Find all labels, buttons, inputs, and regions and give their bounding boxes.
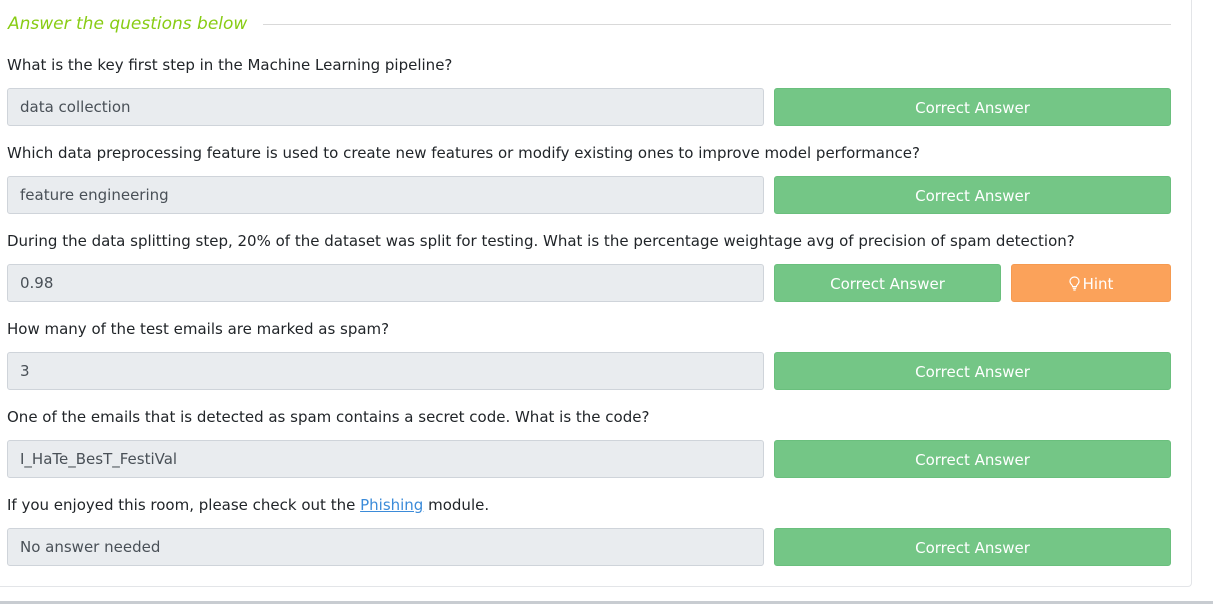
question-6-label-after: module.	[428, 496, 490, 514]
question-3-hint-button[interactable]: Hint	[1011, 264, 1171, 302]
question-3-answer-field[interactable]: 0.98	[7, 264, 764, 302]
section-header: Answer the questions below	[8, 12, 1171, 36]
question-6-answer-field[interactable]: No answer needed	[7, 528, 764, 566]
question-1-answer-field[interactable]: data collection	[7, 88, 764, 126]
question-6-label-before: If you enjoyed this room, please check o…	[7, 496, 356, 514]
hint-label: Hint	[1082, 275, 1114, 293]
question-5-correct-answer-button[interactable]: Correct Answer	[774, 440, 1171, 478]
question-2-answer-field[interactable]: feature engineering	[7, 176, 764, 214]
lightbulb-icon	[1068, 276, 1080, 291]
question-4-answer-field[interactable]: 3	[7, 352, 764, 390]
question-1-correct-answer-button[interactable]: Correct Answer	[774, 88, 1171, 126]
question-2-label: Which data preprocessing feature is used…	[7, 144, 920, 162]
question-2-correct-answer-button[interactable]: Correct Answer	[774, 176, 1171, 214]
question-4-correct-answer-button[interactable]: Correct Answer	[774, 352, 1171, 390]
question-6-label: If you enjoyed this room, please check o…	[7, 494, 489, 516]
question-5-label: One of the emails that is detected as sp…	[7, 408, 650, 426]
question-5-answer-field[interactable]: I_HaTe_BesT_FestiVal	[7, 440, 764, 478]
question-1-label: What is the key first step in the Machin…	[7, 56, 453, 74]
question-3-correct-answer-button[interactable]: Correct Answer	[774, 264, 1001, 302]
section-title: Answer the questions below	[8, 12, 264, 36]
phishing-module-link[interactable]: Phishing	[360, 496, 423, 514]
question-4-label: How many of the test emails are marked a…	[7, 320, 390, 338]
question-3-label: During the data splitting step, 20% of t…	[7, 232, 1075, 250]
question-6-correct-answer-button[interactable]: Correct Answer	[774, 528, 1171, 566]
task-card: Answer the questions below What is the k…	[0, 0, 1192, 587]
